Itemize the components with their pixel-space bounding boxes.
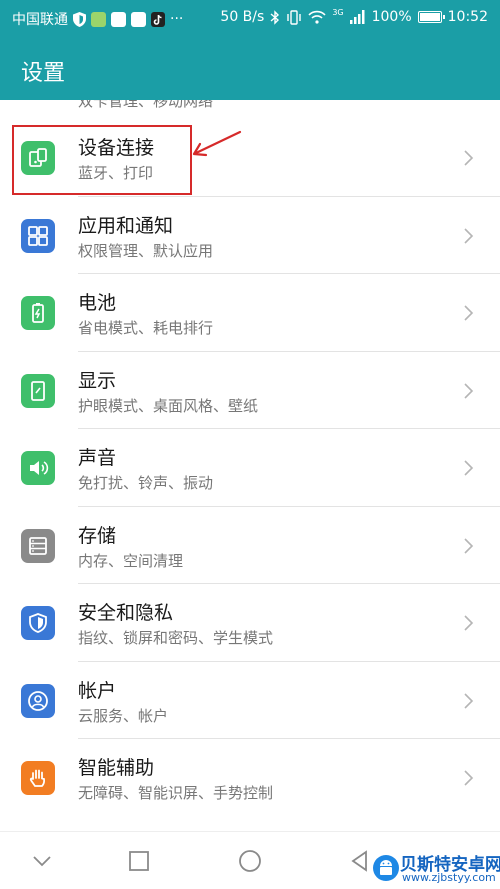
settings-item-title: 显示: [78, 369, 117, 392]
settings-item-title: 存储: [78, 524, 117, 547]
notification-app-icon: [131, 11, 146, 27]
square-icon: [129, 851, 149, 871]
settings-item-title: 应用和通知: [78, 214, 174, 237]
app-header: 中国联通 ··· 50 B/s 3G 100% 10:52 设置: [0, 0, 500, 100]
settings-item-title: 电池: [78, 292, 117, 314]
status-bar-left: 中国联通 ···: [12, 9, 183, 29]
settings-item-subtitle: 指纹、锁屏和密码、学生模式: [78, 629, 274, 647]
page-title: 设置: [21, 61, 66, 86]
notification-app-icon: [111, 11, 126, 27]
chevron-right-icon: [464, 537, 474, 554]
nav-hide-button[interactable]: [27, 846, 57, 876]
settings-item-apps-notifications[interactable]: 应用和通知 权限管理、默认应用: [0, 197, 500, 274]
chevron-right-icon: [464, 615, 474, 631]
nav-recents-button[interactable]: [124, 846, 154, 876]
battery-icon: [21, 296, 55, 330]
chevron-right-icon: [464, 382, 474, 399]
settings-item-title: 安全和隐私: [78, 602, 174, 624]
settings-item-subtitle: 内存、空间清理: [78, 551, 184, 570]
settings-item-title: 声音: [78, 447, 117, 469]
sound-icon: [21, 451, 55, 485]
battery-percent: 100%: [371, 9, 412, 25]
status-bar: 中国联通 ··· 50 B/s 3G 100% 10:52: [0, 0, 500, 36]
partial-list-item[interactable]: 双卡管理、移动网络: [0, 100, 500, 116]
watermark-logo: 贝斯特安卓网 www.zjbstyy.com: [372, 848, 500, 888]
android-logo-icon: [373, 855, 399, 881]
settings-item-security-privacy[interactable]: 安全和隐私 指纹、锁屏和密码、学生模式: [0, 584, 500, 662]
settings-list: 设备连接 蓝牙、打印 应用和通知 权限管理、默认应用 电池 省电模式、耗电排行 …: [0, 119, 500, 817]
chevron-down-icon: [33, 856, 51, 867]
chevron-right-icon: [464, 692, 474, 709]
nav-back-button[interactable]: [344, 846, 374, 876]
watermark-url: www.zjbstyy.com: [402, 871, 496, 884]
status-bar-right: 50 B/s 3G 100% 10:52: [220, 7, 488, 26]
signal-icon: [349, 10, 365, 24]
more-notifications: ···: [170, 11, 184, 27]
wifi-icon: [308, 10, 326, 24]
settings-item-display[interactable]: 显示 护眼模式、桌面风格、壁纸: [0, 352, 500, 429]
annotation-arrow-icon: [192, 130, 242, 157]
chevron-right-icon: [464, 305, 474, 321]
storage-icon: [21, 528, 55, 563]
network-speed: 50 B/s: [220, 9, 265, 25]
battery-status-icon: [417, 11, 445, 23]
settings-item-sound[interactable]: 声音 免打扰、铃声、振动: [0, 429, 500, 507]
hand-icon: [21, 761, 55, 795]
chevron-right-icon: [464, 460, 474, 476]
vibrate-icon: [287, 9, 302, 25]
display-icon: [21, 373, 55, 408]
settings-item-subtitle: 无障碍、智能识屏、手势控制: [78, 784, 274, 802]
settings-item-subtitle: 省电模式、耗电排行: [78, 319, 214, 337]
circle-icon: [239, 850, 261, 872]
chevron-right-icon: [464, 150, 474, 166]
chevron-right-icon: [464, 770, 474, 786]
settings-item-title: 帐户: [78, 679, 117, 702]
settings-item-subtitle: 免打扰、铃声、振动: [78, 474, 214, 492]
carrier-name: 中国联通: [12, 12, 68, 28]
apps-icon: [21, 218, 55, 253]
shield-status-icon: [73, 11, 86, 27]
security-shield-icon: [21, 606, 55, 640]
back-triangle-icon: [351, 850, 367, 872]
settings-item-account[interactable]: 帐户 云服务、帐户: [0, 662, 500, 739]
notification-app-icon: [91, 11, 106, 27]
nav-home-button[interactable]: [235, 846, 265, 876]
tiktok-icon: [151, 11, 165, 27]
partial-item-subtitle: 双卡管理、移动网络: [78, 100, 214, 110]
settings-item-subtitle: 权限管理、默认应用: [78, 241, 214, 260]
chevron-right-icon: [464, 227, 474, 244]
settings-item-storage[interactable]: 存储 内存、空间清理: [0, 507, 500, 584]
settings-item-smart-assist[interactable]: 智能辅助 无障碍、智能识屏、手势控制: [0, 739, 500, 817]
settings-item-battery[interactable]: 电池 省电模式、耗电排行: [0, 274, 500, 352]
network-type: 3G: [332, 7, 344, 17]
bluetooth-icon: [270, 9, 280, 25]
highlight-annotation-box: [12, 125, 192, 195]
account-icon: [21, 683, 55, 718]
settings-item-title: 智能辅助: [78, 757, 155, 779]
settings-item-subtitle: 云服务、帐户: [78, 706, 169, 725]
settings-item-subtitle: 护眼模式、桌面风格、壁纸: [78, 396, 259, 415]
clock: 10:52: [447, 9, 488, 25]
